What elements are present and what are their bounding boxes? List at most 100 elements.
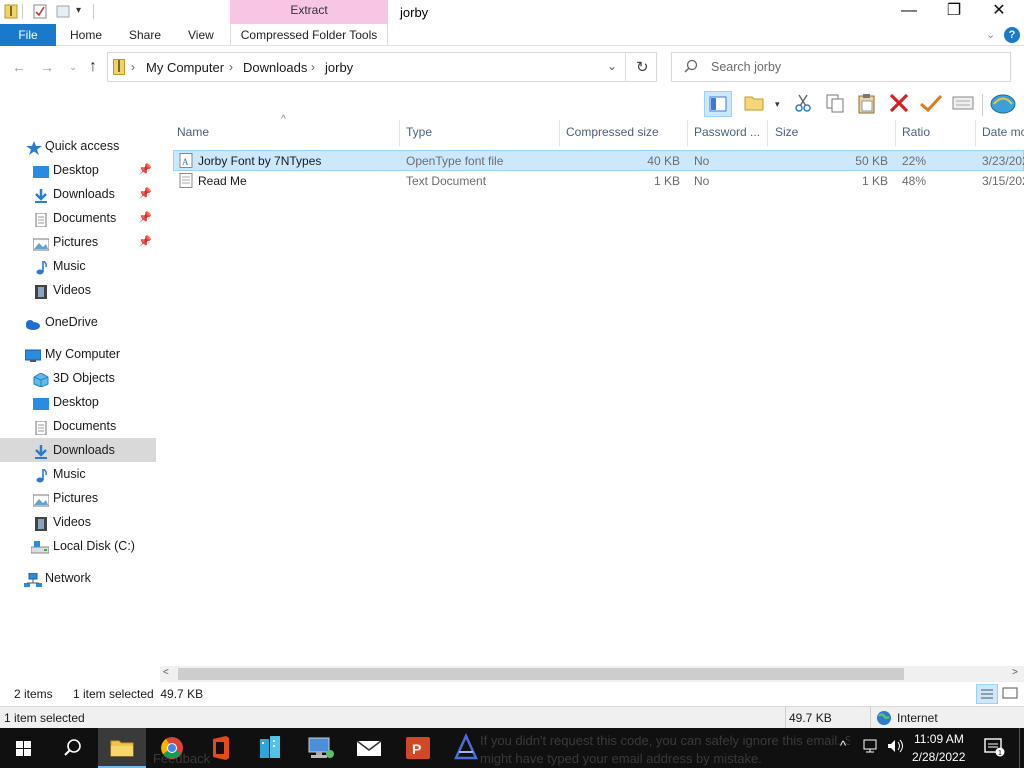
- pin-icon: 📌: [138, 212, 152, 224]
- nav-pictures[interactable]: Pictures: [0, 486, 156, 510]
- nav-desktop[interactable]: Desktop: [0, 390, 156, 414]
- nav-quick-access[interactable]: Quick access: [0, 134, 156, 158]
- back-arrow-icon[interactable]: ←: [10, 58, 28, 76]
- clock-time[interactable]: 11:09 AM: [914, 732, 964, 746]
- svg-text:A: A: [182, 157, 189, 167]
- nav-local-disk[interactable]: Local Disk (C:): [0, 534, 156, 558]
- new-folder-icon[interactable]: [56, 4, 70, 19]
- chrome-icon[interactable]: [148, 728, 196, 768]
- refresh-icon[interactable]: ↻: [636, 58, 649, 76]
- show-hidden-icons-icon[interactable]: ^: [840, 738, 846, 753]
- nav-my-computer[interactable]: My Computer: [0, 342, 156, 366]
- scroll-right-icon[interactable]: >: [1012, 667, 1018, 678]
- column-header-date-modified[interactable]: Date mo: [982, 124, 1024, 142]
- qat-dropdown-icon[interactable]: ▾: [76, 5, 81, 16]
- test-checkmark-icon[interactable]: [918, 91, 946, 117]
- table-row[interactable]: A Jorby Font by 7NTypes OpenType font fi…: [173, 150, 1024, 171]
- maximize-button[interactable]: ❐: [931, 0, 977, 24]
- nav-quick-videos[interactable]: Videos: [0, 278, 156, 302]
- volume-icon[interactable]: [886, 738, 904, 757]
- minimize-button[interactable]: —: [886, 0, 932, 24]
- network-status-icon[interactable]: [862, 738, 880, 757]
- nav-music[interactable]: Music: [0, 462, 156, 486]
- paste-icon[interactable]: [854, 91, 882, 117]
- address-bar[interactable]: › My Computer › Downloads › jorby ⌄ ↻: [107, 52, 657, 82]
- column-header-password[interactable]: Password ...: [694, 124, 760, 142]
- nav-3d-objects[interactable]: 3D Objects: [0, 366, 156, 390]
- nav-downloads[interactable]: Downloads: [0, 438, 156, 462]
- clock-date[interactable]: 2/28/2022: [912, 750, 965, 764]
- preview-pane-icon[interactable]: [704, 91, 732, 117]
- column-header-size[interactable]: Size: [775, 124, 798, 142]
- tab-file[interactable]: File: [0, 24, 56, 46]
- column-divider[interactable]: [687, 120, 688, 146]
- column-header-name[interactable]: Name: [177, 124, 209, 142]
- column-divider[interactable]: [895, 120, 896, 146]
- address-history-dropdown-icon[interactable]: ⌄: [607, 59, 617, 73]
- info-panel-icon[interactable]: [950, 91, 978, 117]
- tab-home[interactable]: Home: [70, 24, 102, 46]
- delete-icon[interactable]: [886, 91, 914, 117]
- powerpoint-icon[interactable]: P: [394, 728, 442, 768]
- search-taskbar-icon[interactable]: [48, 728, 96, 768]
- tab-compressed-folder-tools[interactable]: Compressed Folder Tools: [230, 24, 388, 46]
- scroll-left-icon[interactable]: <: [163, 667, 169, 678]
- tab-share[interactable]: Share: [129, 24, 161, 46]
- search-box[interactable]: Search jorby: [671, 52, 1011, 82]
- open-folder-icon[interactable]: [742, 91, 770, 117]
- shell-icon[interactable]: [988, 91, 1016, 117]
- start-button[interactable]: [0, 728, 48, 768]
- file-explorer-taskbar-icon[interactable]: [98, 728, 146, 768]
- download-arrow-icon: [33, 187, 49, 203]
- font-app-icon[interactable]: [442, 728, 490, 768]
- office-icon[interactable]: [197, 728, 245, 768]
- nav-onedrive[interactable]: OneDrive: [0, 310, 156, 334]
- copy-icon[interactable]: [822, 91, 850, 117]
- recent-locations-icon[interactable]: ⌄: [64, 58, 82, 76]
- column-divider[interactable]: [399, 120, 400, 146]
- column-header-type[interactable]: Type: [406, 124, 432, 142]
- column-divider[interactable]: [559, 120, 560, 146]
- column-divider[interactable]: [975, 120, 976, 146]
- tab-view[interactable]: View: [188, 24, 214, 46]
- ribbon-expand-icon[interactable]: ⌄: [986, 28, 995, 41]
- table-row[interactable]: Read Me Text Document 1 KB No 1 KB 48% 3…: [173, 171, 1024, 192]
- details-view-icon[interactable]: [976, 684, 998, 704]
- pin-icon: 📌: [138, 164, 152, 176]
- cut-icon[interactable]: [790, 91, 818, 117]
- nav-quick-music[interactable]: Music: [0, 254, 156, 278]
- computer-icon: [24, 347, 42, 362]
- open-dropdown-icon[interactable]: ▾: [775, 99, 780, 110]
- notification-center-icon[interactable]: 1: [983, 737, 1005, 760]
- up-arrow-icon[interactable]: ↑: [84, 58, 102, 76]
- scrollbar-thumb[interactable]: [178, 668, 904, 680]
- breadcrumb-downloads[interactable]: Downloads: [243, 60, 307, 75]
- nav-quick-downloads[interactable]: Downloads 📌: [0, 182, 156, 206]
- nav-quick-documents[interactable]: Documents 📌: [0, 206, 156, 230]
- nav-quick-desktop[interactable]: Desktop 📌: [0, 158, 156, 182]
- show-desktop-button[interactable]: [1019, 728, 1024, 768]
- help-icon[interactable]: ?: [1004, 27, 1020, 43]
- column-divider[interactable]: [767, 120, 768, 146]
- file-ratio: 22%: [902, 154, 927, 168]
- breadcrumb-my-computer[interactable]: My Computer: [146, 60, 224, 75]
- bottom-size-text: 49.7 KB: [789, 711, 832, 725]
- forward-arrow-icon[interactable]: →: [38, 58, 56, 76]
- building-app-icon[interactable]: [246, 728, 294, 768]
- close-button[interactable]: ✕: [976, 0, 1022, 24]
- properties-icon[interactable]: [33, 4, 47, 19]
- column-header-compressed-size[interactable]: Compressed size: [566, 124, 659, 142]
- nav-network[interactable]: Network: [0, 566, 156, 590]
- nav-quick-pictures[interactable]: Pictures 📌: [0, 230, 156, 254]
- nav-label: Network: [45, 571, 91, 585]
- column-header-ratio[interactable]: Ratio: [902, 124, 930, 142]
- large-icons-view-icon[interactable]: [1000, 684, 1022, 704]
- search-input[interactable]: Search jorby: [711, 60, 781, 74]
- mail-icon[interactable]: [345, 728, 393, 768]
- breadcrumb-jorby[interactable]: jorby: [325, 60, 353, 75]
- network-computer-icon[interactable]: [296, 728, 344, 768]
- file-list: [160, 120, 1024, 666]
- nav-label: Documents: [53, 211, 117, 225]
- nav-videos[interactable]: Videos: [0, 510, 156, 534]
- nav-documents[interactable]: Documents: [0, 414, 156, 438]
